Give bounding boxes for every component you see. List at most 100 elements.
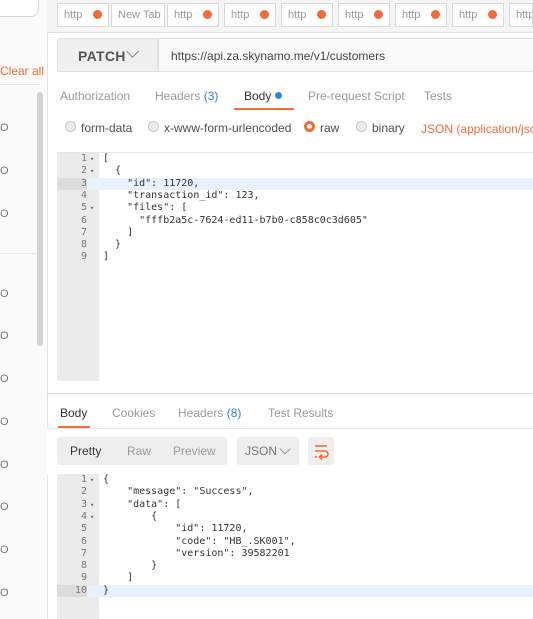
tab-headers-label: Headers	[155, 89, 201, 103]
code-text: }	[103, 584, 110, 596]
view-preview-button[interactable]: Preview	[173, 444, 216, 458]
tab-body[interactable]: Body	[244, 89, 283, 103]
history-item[interactable]: O	[0, 122, 9, 134]
view-raw-button[interactable]: Raw	[127, 444, 151, 458]
tab-tests[interactable]: Tests	[424, 89, 452, 103]
code-text: "code": "HB_.SK001",	[103, 535, 296, 547]
history-item[interactable]: O	[0, 165, 9, 177]
request-tab[interactable]: http	[224, 3, 276, 27]
history-sidebar: Clear all O O O O O O O O O O O	[0, 0, 48, 619]
tab-label: http	[174, 9, 193, 21]
history-item[interactable]: O	[0, 501, 9, 513]
unsaved-dot-icon	[374, 10, 383, 19]
radio-label: binary	[372, 121, 405, 135]
unsaved-dot-icon	[203, 10, 212, 19]
request-tab[interactable]: http	[395, 3, 447, 27]
code-text: ]	[103, 251, 110, 263]
sidebar-divider	[0, 253, 40, 254]
history-item[interactable]: O	[0, 208, 9, 220]
code-line: 1 ▾ {	[57, 474, 533, 486]
response-tab-test-results[interactable]: Test Results	[268, 406, 333, 420]
chevron-down-icon	[126, 45, 139, 58]
history-item[interactable]: O	[0, 373, 9, 385]
fold-arrow-icon[interactable]: ▾	[90, 474, 94, 486]
url-input[interactable]: https://api.za.skynamo.me/v1/customers	[158, 38, 533, 72]
request-tab[interactable]: http	[57, 3, 109, 27]
code-text: "files": [	[103, 202, 188, 214]
line-number: 4	[80, 189, 87, 201]
fold-arrow-icon[interactable]: ▾	[90, 165, 94, 177]
history-item[interactable]: O	[0, 330, 9, 342]
code-line: 7 ]	[57, 227, 533, 239]
url-value: https://api.za.skynamo.me/v1/customers	[171, 49, 386, 63]
tab-headers[interactable]: Headers (3)	[155, 89, 218, 103]
sidebar-scrollbar[interactable]	[37, 92, 43, 346]
radio-label: x-www-form-urlencoded	[164, 121, 292, 135]
chevron-down-icon	[279, 443, 291, 455]
unsaved-dot-icon	[488, 10, 497, 19]
view-pretty-button[interactable]: Pretty	[70, 444, 101, 458]
line-number: 10	[57, 584, 87, 597]
code-line: 1 ▾ [	[57, 153, 533, 165]
clear-all-link[interactable]: Clear all	[0, 64, 44, 78]
tab-pre-request-script[interactable]: Pre-request Script	[308, 89, 405, 103]
response-body-viewer[interactable]: 1 ▾{ 2 "message": "Success", 3 ▾ "data": […	[57, 474, 533, 619]
code-line-active: 10}	[57, 584, 533, 597]
response-tab-headers[interactable]: Headers (8)	[178, 406, 241, 420]
response-tab-body[interactable]: Body	[60, 406, 87, 420]
code-line: 7 "version": 39582201	[57, 548, 533, 560]
code-text: [	[103, 153, 110, 164]
history-search-input[interactable]	[0, 0, 39, 17]
pane-divider[interactable]	[47, 393, 533, 394]
fold-arrow-icon[interactable]: ▾	[90, 511, 94, 523]
line-number: 6	[80, 214, 87, 226]
history-item[interactable]: O	[0, 544, 9, 556]
radio-circle-icon	[356, 121, 367, 132]
request-tab[interactable]: http	[509, 3, 533, 27]
response-format-select[interactable]: JSON	[237, 437, 299, 465]
fold-arrow-icon[interactable]: ▾	[90, 153, 94, 165]
request-tab[interactable]: http	[281, 3, 333, 27]
request-tab[interactable]: http	[452, 3, 504, 27]
code-text: {	[103, 165, 122, 177]
history-item[interactable]: O	[0, 416, 9, 428]
line-number: 7	[80, 547, 87, 559]
line-number: 2	[80, 165, 87, 177]
code-line: 9 ]	[57, 572, 533, 584]
request-body-editor[interactable]: 1 ▾[ 2 ▾ { 3 "id": 11720, 4 "transaction_i…	[57, 152, 533, 381]
active-tab-underline	[234, 108, 294, 110]
wrap-lines-button[interactable]	[308, 437, 334, 465]
line-number: 1	[80, 153, 87, 164]
radio-label: raw	[320, 121, 340, 135]
radio-selected-icon	[304, 121, 315, 132]
method-select[interactable]: PATCH	[57, 38, 158, 72]
history-item[interactable]: O	[0, 288, 9, 300]
request-tab[interactable]: http	[167, 3, 219, 27]
line-number: 9	[80, 572, 87, 584]
unsaved-dot-icon	[431, 10, 440, 19]
request-tab[interactable]: New Tab	[111, 3, 165, 27]
line-number: 1	[80, 474, 87, 485]
tab-authorization[interactable]: Authorization	[60, 89, 130, 103]
code-text: "id": 11720,	[103, 523, 248, 535]
request-tab[interactable]: http	[338, 3, 390, 27]
headers-count-badge: (8)	[226, 406, 242, 420]
fold-arrow-icon[interactable]: ▾	[90, 499, 94, 511]
unsaved-dot-icon	[317, 10, 326, 19]
code-line: 4 ▾ {	[57, 511, 533, 523]
line-number: 7	[80, 226, 87, 238]
tab-label: http	[402, 9, 421, 21]
code-text: "data": [	[103, 498, 182, 510]
line-number: 3	[80, 498, 87, 510]
code-line: 9]	[57, 251, 533, 263]
line-number: 5	[80, 523, 87, 535]
history-item[interactable]: O	[0, 459, 9, 471]
fold-arrow-icon[interactable]: ▾	[90, 202, 94, 214]
response-tab-cookies[interactable]: Cookies	[112, 406, 155, 420]
history-item[interactable]: O	[0, 587, 9, 599]
sidebar-divider	[0, 84, 40, 85]
code-line: 2 "message": "Success",	[57, 486, 533, 498]
line-number: 9	[80, 251, 87, 263]
content-type-select[interactable]: JSON (application/json)	[421, 122, 533, 136]
code-line: 4 "transaction_id": 123,	[57, 190, 533, 202]
